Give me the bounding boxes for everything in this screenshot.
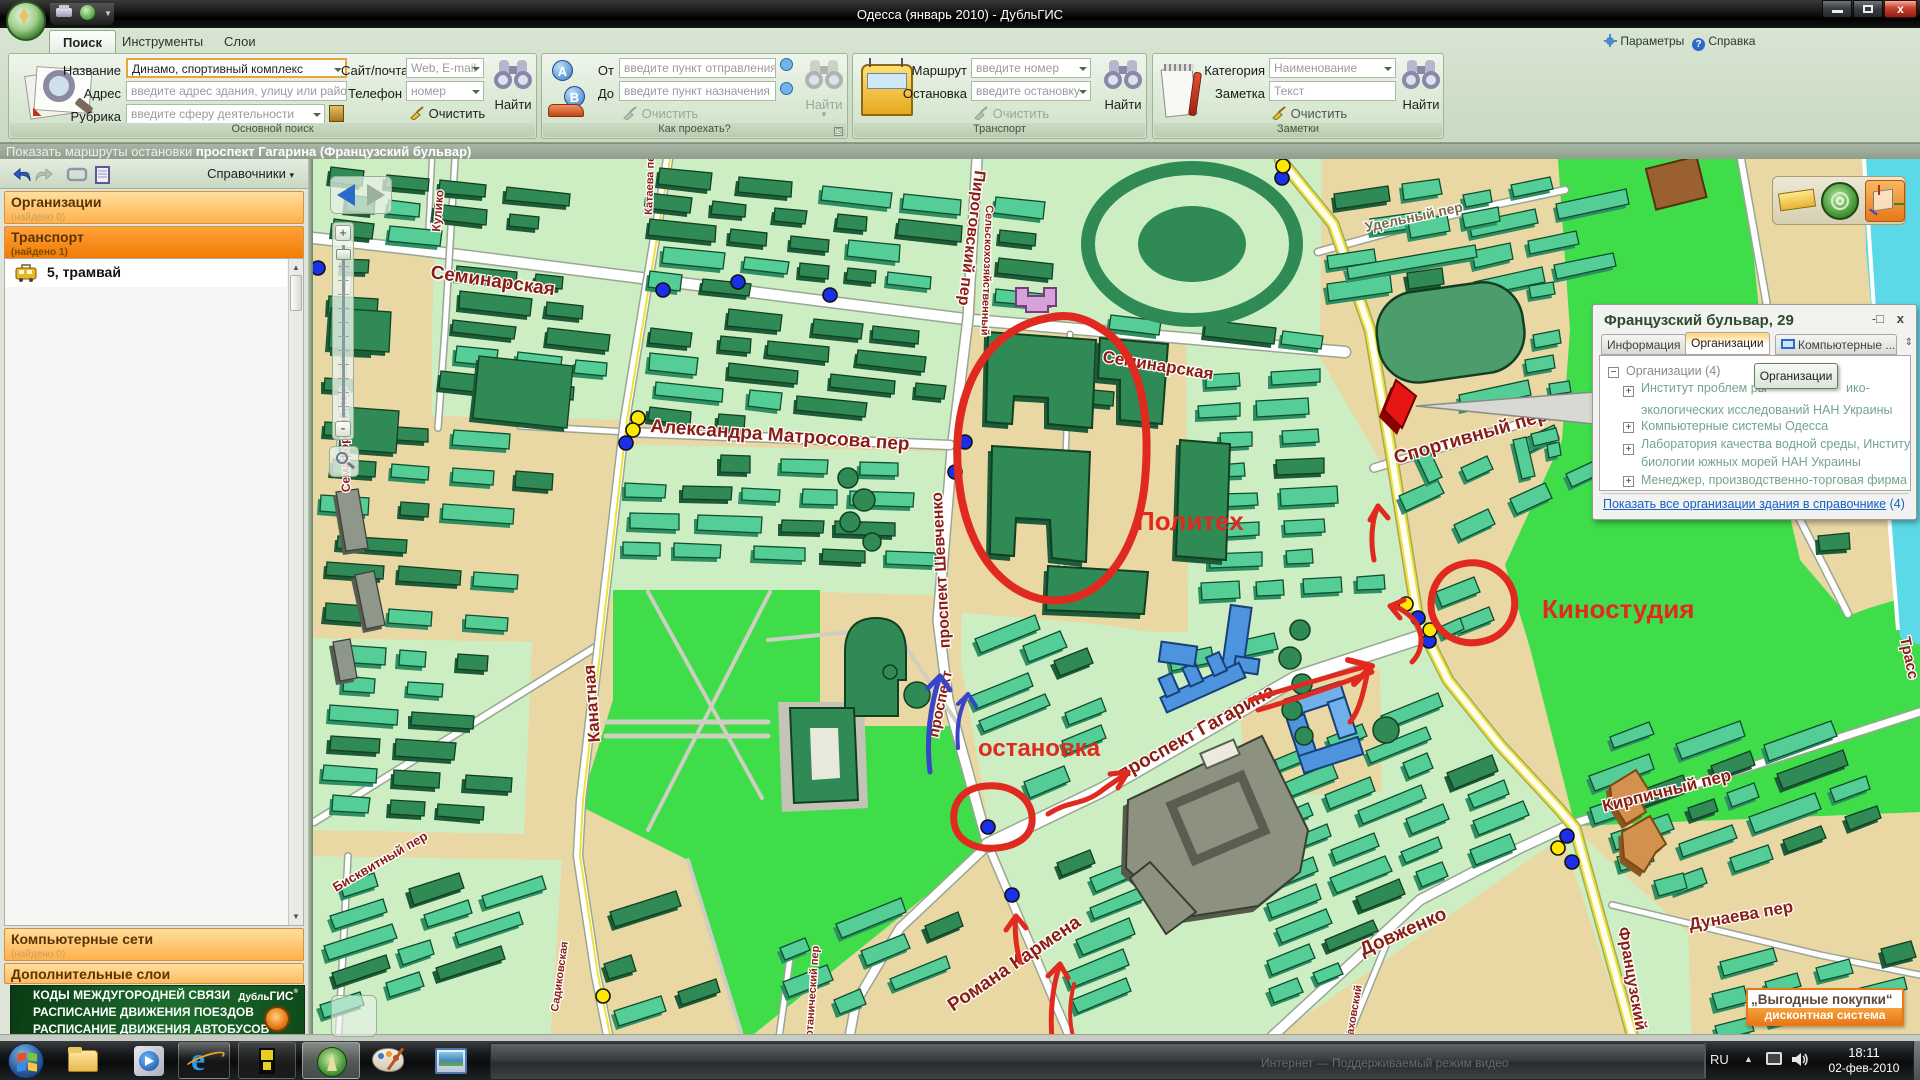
svg-text:Политех: Политех — [1136, 506, 1244, 536]
svg-text:остановка: остановка — [978, 735, 1101, 762]
svg-text:Катаева пер: Катаева пер — [643, 159, 657, 215]
svg-text:Киностудия: Киностудия — [1542, 594, 1694, 624]
